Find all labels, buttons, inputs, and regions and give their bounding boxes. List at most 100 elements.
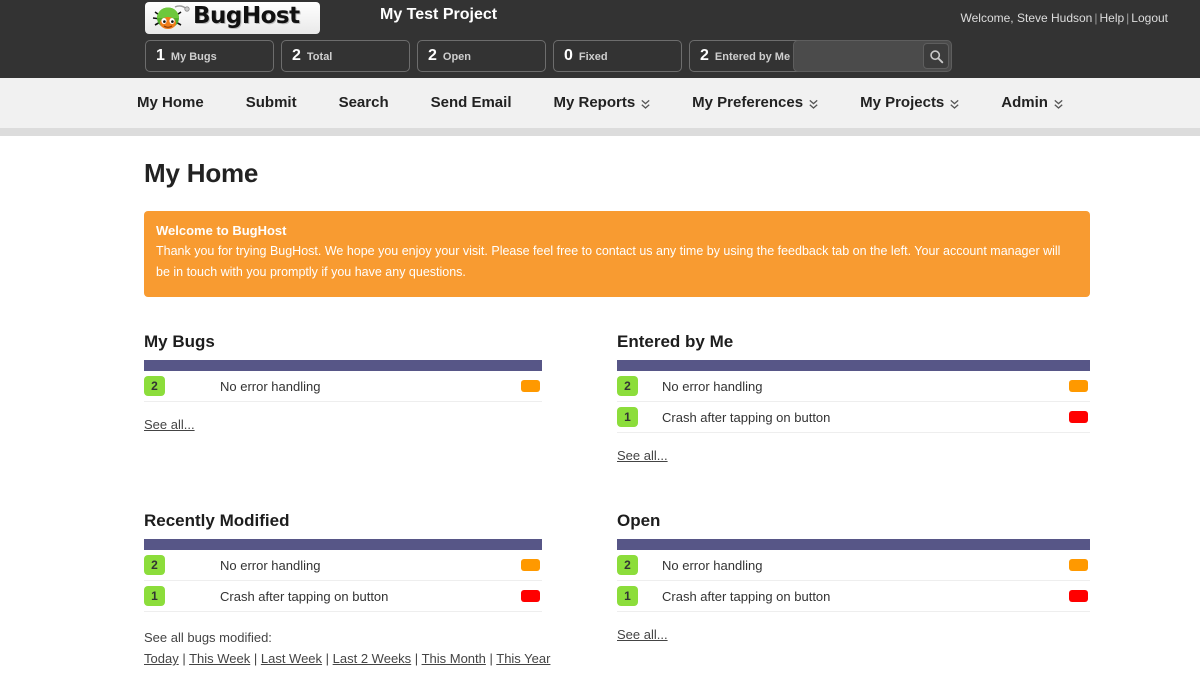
stat-label: Fixed xyxy=(578,51,608,63)
panel-header-bar xyxy=(617,360,1090,371)
panel-entered-by-me: Entered by Me 2 No error handling 1 Cras… xyxy=(617,332,1090,465)
stat-label: My Bugs xyxy=(170,51,217,63)
modified-link-this-month[interactable]: This Month xyxy=(422,651,486,666)
help-link[interactable]: Help xyxy=(1099,11,1124,25)
modified-link-today[interactable]: Today xyxy=(144,651,179,666)
nav-label: My Preferences xyxy=(692,94,804,111)
modified-link-last-week[interactable]: Last Week xyxy=(261,651,322,666)
see-all-link[interactable]: See all... xyxy=(617,627,668,642)
bughost-logo[interactable]: BugHost xyxy=(145,2,320,34)
bug-title: Crash after tapping on button xyxy=(662,409,831,425)
page-title: My Home xyxy=(144,158,259,188)
status-badge xyxy=(521,559,540,571)
chevron-down-icon xyxy=(641,99,650,109)
bug-id-badge: 1 xyxy=(617,586,638,606)
table-row[interactable]: 1 Crash after tapping on button xyxy=(617,581,1090,612)
table-row[interactable]: 2 No error handling xyxy=(617,371,1090,402)
status-badge xyxy=(521,380,540,392)
table-row[interactable]: 1 Crash after tapping on button xyxy=(617,402,1090,433)
nav-label: Submit xyxy=(245,94,297,111)
welcome-text: Welcome, Steve Hudson xyxy=(960,11,1093,25)
nav-label: Send Email xyxy=(430,94,512,111)
bug-title: No error handling xyxy=(220,557,321,573)
stat-label: Entered by Me xyxy=(714,51,791,63)
panel-title: Entered by Me xyxy=(617,332,734,351)
table-row[interactable]: 2 No error handling xyxy=(617,550,1090,581)
see-all-modified-label: See all bugs modified: xyxy=(144,630,272,645)
search-area xyxy=(793,40,952,72)
nav-label: Admin xyxy=(1001,94,1048,111)
modified-link-this-week[interactable]: This Week xyxy=(189,651,250,666)
see-all-modified-block: See all bugs modified: Today | This Week … xyxy=(144,627,574,669)
stat-box-my-bugs[interactable]: 1 My Bugs xyxy=(145,40,274,72)
nav-item-send-email[interactable]: Send Email xyxy=(410,78,533,128)
main-navigation: My Home Submit Search Send Email My Repo… xyxy=(0,78,1200,128)
logout-link[interactable]: Logout xyxy=(1131,11,1168,25)
bug-title: No error handling xyxy=(662,557,763,573)
table-row[interactable]: 1 Crash after tapping on button xyxy=(144,581,542,612)
bug-id-badge: 1 xyxy=(617,407,638,427)
panel-grid: My Bugs 2 No error handling See all... E… xyxy=(144,332,1090,669)
bug-id-badge: 2 xyxy=(617,376,638,396)
panel-title: My Bugs xyxy=(144,332,215,351)
table-row[interactable]: 2 No error handling xyxy=(144,371,542,402)
bug-title: Crash after tapping on button xyxy=(662,588,831,604)
stat-label: Open xyxy=(442,51,472,63)
nav-item-my-projects[interactable]: My Projects xyxy=(839,78,980,128)
modified-link-last-2-weeks[interactable]: Last 2 Weeks xyxy=(333,651,412,666)
stat-value: 0 xyxy=(564,47,573,64)
status-badge xyxy=(1069,559,1088,571)
bug-id-badge: 1 xyxy=(144,586,165,606)
status-badge xyxy=(1069,590,1088,602)
bug-title: No error handling xyxy=(220,378,321,394)
see-all-link[interactable]: See all... xyxy=(617,448,668,463)
chevron-down-icon xyxy=(950,99,959,109)
logo-text: BugHost xyxy=(193,3,300,29)
nav-item-my-reports[interactable]: My Reports xyxy=(532,78,671,128)
top-bar: BugHost My Test Project Welcome, Steve H… xyxy=(0,0,1200,78)
nav-item-my-home[interactable]: My Home xyxy=(116,78,225,128)
banner-title: Welcome to BugHost xyxy=(156,223,287,238)
welcome-banner: Welcome to BugHost Thank you for trying … xyxy=(144,211,1090,297)
modified-link-this-year[interactable]: This Year xyxy=(496,651,550,666)
stat-value: 1 xyxy=(156,47,165,64)
table-row[interactable]: 2 No error handling xyxy=(144,550,542,581)
panel-recently-modified: Recently Modified 2 No error handling 1 … xyxy=(144,511,617,669)
bug-id-badge: 2 xyxy=(144,376,165,396)
bug-logo-icon xyxy=(152,5,190,29)
chevron-down-icon xyxy=(1054,99,1063,109)
nav-label: My Home xyxy=(137,94,204,111)
panel-open: Open 2 No error handling 1 Crash after t… xyxy=(617,511,1090,669)
search-icon xyxy=(929,49,943,63)
link-separator: | xyxy=(322,651,333,666)
nav-label: My Reports xyxy=(553,94,636,111)
panel-header-bar xyxy=(144,360,542,371)
nav-item-submit[interactable]: Submit xyxy=(225,78,318,128)
bug-title: Crash after tapping on button xyxy=(220,588,389,604)
search-button[interactable] xyxy=(923,43,949,69)
bug-title: No error handling xyxy=(662,378,763,394)
link-separator: | xyxy=(485,651,497,666)
stat-value: 2 xyxy=(292,47,301,64)
banner-body: Thank you for trying BugHost. We hope yo… xyxy=(156,244,1061,279)
stat-label: Total xyxy=(306,51,333,63)
see-all-link[interactable]: See all... xyxy=(144,417,195,432)
bug-id-badge: 2 xyxy=(617,555,638,575)
link-separator: | xyxy=(250,651,261,666)
stat-box-open[interactable]: 2 Open xyxy=(417,40,546,72)
stat-box-fixed[interactable]: 0 Fixed xyxy=(553,40,682,72)
bug-id-badge: 2 xyxy=(144,555,165,575)
panel-header-bar xyxy=(617,539,1090,550)
panel-title: Open xyxy=(617,511,661,530)
nav-item-search[interactable]: Search xyxy=(318,78,410,128)
nav-item-my-preferences[interactable]: My Preferences xyxy=(671,78,839,128)
status-badge xyxy=(521,590,540,602)
welcome-bar: Welcome, Steve Hudson | Help | Logout xyxy=(961,11,1168,25)
nav-label: Search xyxy=(338,94,389,111)
link-separator: | xyxy=(178,651,190,666)
chevron-down-icon xyxy=(809,99,818,109)
status-badge xyxy=(1069,411,1088,423)
nav-item-admin[interactable]: Admin xyxy=(980,78,1084,128)
stat-box-total[interactable]: 2 Total xyxy=(281,40,410,72)
stat-boxes: 1 My Bugs 2 Total 2 Open 0 Fixed 2 Enter… xyxy=(145,40,818,72)
